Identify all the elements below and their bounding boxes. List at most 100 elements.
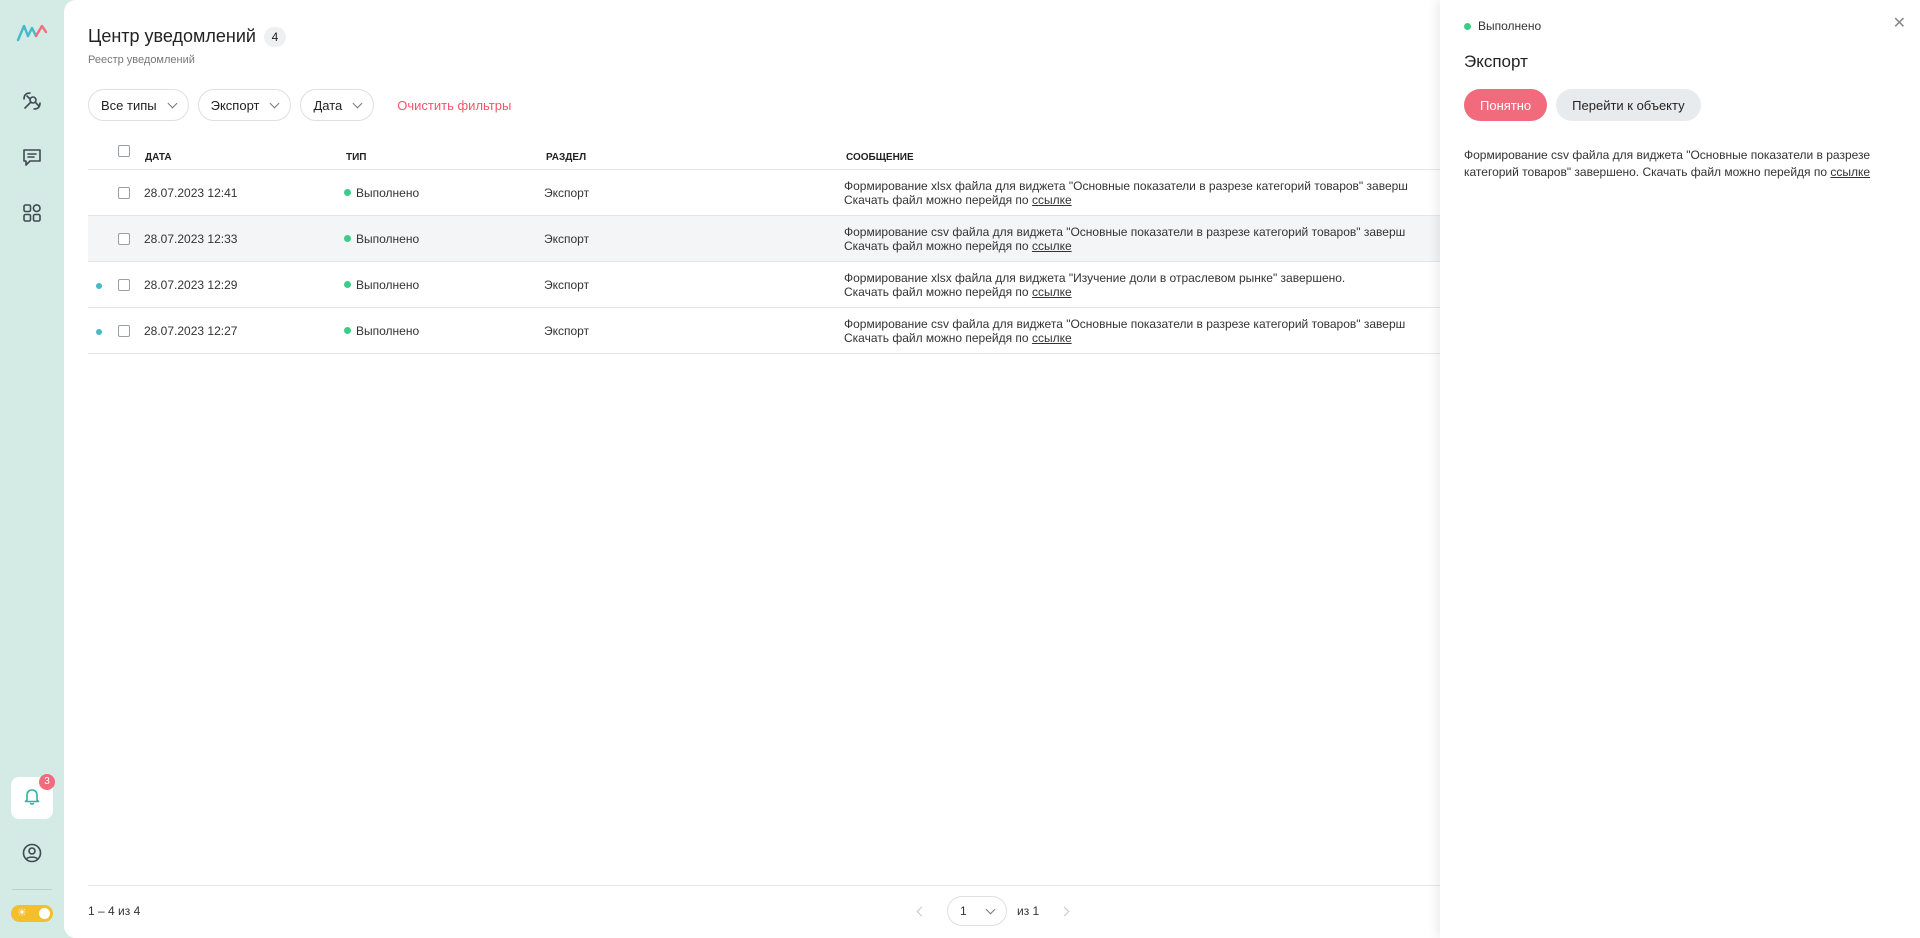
message-line: Скачать файл можно перейдя по ссылке: [844, 331, 1405, 345]
row-date: 28.07.2023 12:41: [144, 185, 238, 200]
notifications-badge: 3: [39, 774, 55, 790]
prev-page-icon[interactable]: [916, 906, 927, 916]
satellite-icon[interactable]: [20, 89, 44, 113]
column-message[interactable]: СООБЩЕНИЕ: [846, 152, 914, 163]
status-label: Выполнено: [356, 231, 420, 246]
download-link[interactable]: ссылке: [1032, 239, 1072, 253]
user-circle-icon[interactable]: [20, 841, 44, 865]
status-dot: [1464, 22, 1471, 30]
column-section[interactable]: РАЗДЕЛ: [546, 152, 586, 163]
row-date: 28.07.2023 12:33: [144, 231, 238, 246]
row-status: Выполнено: [344, 186, 419, 200]
table-header: ДАТА ТИП РАЗДЕЛ СООБЩЕНИЕ: [88, 140, 1504, 170]
message-line: Скачать файл можно перейдя по ссылке: [844, 193, 1408, 207]
sun-icon: ☀: [17, 907, 27, 919]
row-section: Экспорт: [544, 277, 590, 292]
row-message: Формирование xlsx файла для виджета "Изу…: [844, 271, 1345, 299]
row-message: Формирование xlsx файла для виджета "Осн…: [844, 179, 1408, 207]
status-label: Выполнено: [356, 277, 420, 292]
table-row[interactable]: 28.07.2023 12:41 Выполнено Экспорт Форми…: [88, 170, 1504, 216]
next-page-icon[interactable]: [1059, 906, 1070, 916]
status-dot: [344, 327, 351, 334]
notifications-count: 4: [263, 26, 286, 47]
status-dot: [344, 281, 351, 288]
message-text: Скачать файл можно перейдя по: [844, 238, 1032, 253]
chat-icon[interactable]: [20, 145, 44, 169]
row-checkbox[interactable]: [118, 325, 130, 337]
chevron-down-icon: [270, 98, 280, 108]
drawer-download-link[interactable]: ссылке: [1830, 165, 1870, 179]
drawer-message: Формирование csv файла для виджета "Осно…: [1464, 147, 1904, 181]
page-header: Центр уведомлений 4: [88, 26, 286, 47]
drawer-message-text: Формирование csv файла для виджета "Осно…: [1464, 148, 1871, 179]
theme-toggle[interactable]: ☀: [11, 905, 53, 922]
chevron-down-icon: [167, 98, 178, 108]
footer-divider: [88, 885, 1504, 886]
page-subtitle: Реестр уведомлений: [88, 54, 195, 66]
pagination-range: 1 – 4 из 4: [88, 904, 141, 918]
message-text: Скачать файл можно перейдя по: [844, 330, 1032, 345]
drawer-title: Экспорт: [1464, 52, 1528, 71]
type-filter-label: Все типы: [101, 97, 157, 113]
acknowledge-button[interactable]: Понятно: [1464, 89, 1548, 121]
message-text: Скачать файл можно перейдя по: [844, 192, 1032, 207]
download-link[interactable]: ссылке: [1032, 193, 1072, 207]
row-message: Формирование csv файла для виджета "Осно…: [844, 317, 1405, 345]
status-label: Выполнено: [356, 185, 420, 200]
select-all-checkbox[interactable]: [118, 145, 130, 157]
row-checkbox[interactable]: [118, 279, 130, 291]
row-section: Экспорт: [544, 231, 590, 246]
unread-indicator: [96, 283, 102, 289]
status-label: Выполнено: [356, 323, 420, 338]
row-section: Экспорт: [544, 323, 590, 338]
row-status: Выполнено: [344, 232, 419, 246]
drawer-status: Выполнено: [1464, 19, 1541, 33]
close-icon[interactable]: ✕: [1893, 16, 1906, 32]
column-type[interactable]: ТИП: [346, 152, 366, 163]
notification-drawer: Выполнено ✕ Экспорт Понятно Перейти к об…: [1440, 0, 1920, 938]
type-filter[interactable]: Все типы: [88, 89, 189, 121]
section-filter-label: Экспорт: [210, 97, 260, 113]
status-dot: [344, 189, 351, 196]
date-filter[interactable]: Дата: [300, 89, 375, 121]
bell-icon: [22, 786, 42, 811]
sidebar-divider: [12, 889, 52, 890]
table-row[interactable]: 28.07.2023 12:29 Выполнено Экспорт Форми…: [88, 262, 1504, 308]
row-date: 28.07.2023 12:27: [144, 323, 238, 338]
column-date[interactable]: ДАТА: [145, 152, 172, 163]
chevron-down-icon: [985, 904, 996, 914]
row-status: Выполнено: [344, 278, 419, 292]
row-checkbox[interactable]: [118, 187, 130, 199]
message-line: Формирование xlsx файла для виджета "Изу…: [844, 270, 1346, 285]
apps-grid-icon[interactable]: [20, 201, 44, 225]
notifications-table: ДАТА ТИП РАЗДЕЛ СООБЩЕНИЕ 28.07.2023 12:…: [88, 140, 1504, 354]
filters-bar: Все типы Экспорт Дата Очистить фильтры: [88, 89, 511, 121]
message-line: Формирование csv файла для виджета "Осно…: [844, 316, 1406, 331]
chevron-down-icon: [352, 98, 363, 108]
download-link[interactable]: ссылке: [1032, 285, 1072, 299]
notifications-button[interactable]: 3: [11, 774, 55, 819]
page-select[interactable]: 1: [947, 896, 1007, 926]
drawer-actions: Понятно Перейти к объекту: [1464, 89, 1701, 121]
message-line: Формирование csv файла для виджета "Осно…: [844, 224, 1406, 239]
row-checkbox[interactable]: [118, 233, 130, 245]
table-row[interactable]: 28.07.2023 12:33 Выполнено Экспорт Форми…: [88, 216, 1504, 262]
date-filter-label: Дата: [313, 97, 343, 113]
status-dot: [344, 235, 351, 242]
table-row[interactable]: 28.07.2023 12:27 Выполнено Экспорт Форми…: [88, 308, 1504, 354]
sidebar: 3 ☀: [0, 0, 64, 938]
download-link[interactable]: ссылке: [1032, 331, 1072, 345]
clear-filters-link[interactable]: Очистить фильтры: [397, 98, 511, 113]
page-number: 1: [960, 904, 967, 918]
row-message: Формирование csv файла для виджета "Осно…: [844, 225, 1405, 253]
go-to-object-button[interactable]: Перейти к объекту: [1556, 89, 1701, 121]
message-line: Скачать файл можно перейдя по ссылке: [844, 239, 1405, 253]
message-line: Формирование xlsx файла для виджета "Осн…: [844, 178, 1408, 193]
toggle-knob: [39, 908, 50, 919]
unread-indicator: [96, 329, 102, 335]
brand-logo-icon[interactable]: [16, 22, 48, 44]
row-date: 28.07.2023 12:29: [144, 277, 238, 292]
page-title: Центр уведомлений: [88, 26, 256, 46]
pagination: 1 из 1: [916, 896, 1070, 926]
section-filter[interactable]: Экспорт: [197, 89, 292, 121]
